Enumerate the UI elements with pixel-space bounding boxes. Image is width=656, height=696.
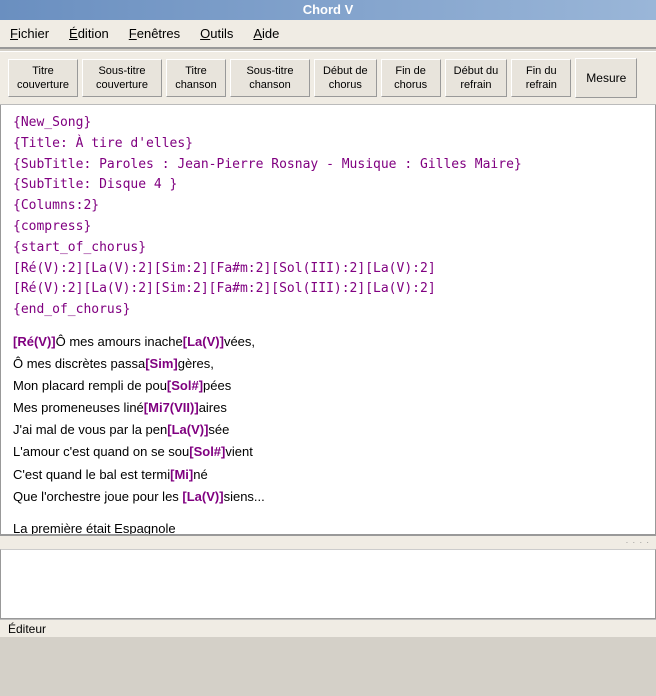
btn-sous-titre-chanson[interactable]: Sous-titrechanson — [230, 59, 310, 98]
menu-aide[interactable]: Aide — [247, 24, 285, 43]
chord-sol-sharp: [Sol#] — [167, 378, 203, 393]
meta-new-song: {New_Song} — [13, 113, 643, 134]
chord-mi7vii: [Mi7(VII)] — [144, 400, 199, 415]
song-line-9: La première était Espagnole — [13, 518, 643, 535]
menu-bar: Fichier Édition Fenêtres Outils Aide — [0, 20, 656, 48]
meta-start-chorus: {start_of_chorus} — [13, 238, 643, 259]
chord-sol-sharp2: [Sol#] — [189, 444, 225, 459]
spacer2 — [13, 508, 643, 518]
meta-title: {Title: À tire d'elles} — [13, 134, 643, 155]
song-line-8: Que l'orchestre joue pour les [La(V)]sie… — [13, 486, 643, 508]
meta-subtitle2: {SubTitle: Disque 4 } — [13, 175, 643, 196]
toolbar: Titrecouverture Sous-titrecouverture Tit… — [0, 52, 656, 105]
spacer — [13, 321, 643, 331]
meta-chorus-line1: [Ré(V):2][La(V):2][Sim:2][Fa#m:2][Sol(II… — [13, 259, 643, 280]
editor-label-text: Éditeur — [8, 622, 46, 636]
scrollbar-area[interactable]: · · · · — [0, 535, 656, 549]
menu-fenetres[interactable]: Fenêtres — [123, 24, 186, 43]
chord-rév: [Ré(V)] — [13, 334, 56, 349]
main-content[interactable]: {New_Song} {Title: À tire d'elles} {SubT… — [0, 105, 656, 535]
song-line-3: Mon placard rempli de pou[Sol#]pées — [13, 375, 643, 397]
chord-sim: [Sim] — [145, 356, 178, 371]
btn-fin-chorus[interactable]: Fin dechorus — [381, 59, 441, 98]
chord-lav3: [La(V)] — [182, 489, 223, 504]
editor-textarea[interactable] — [1, 550, 655, 618]
btn-fin-refrain[interactable]: Fin durefrain — [511, 59, 571, 98]
song-line-2: Ô mes discrètes passa[Sim]gères, — [13, 353, 643, 375]
editor-area[interactable] — [0, 549, 656, 619]
btn-sous-titre-couverture[interactable]: Sous-titrecouverture — [82, 59, 162, 98]
app-title: Chord V — [303, 2, 354, 18]
btn-titre-couverture[interactable]: Titrecouverture — [8, 59, 78, 98]
editor-label: Éditeur — [0, 619, 656, 637]
btn-debut-refrain[interactable]: Début durefrain — [445, 59, 508, 98]
chord-lav2: [La(V)] — [167, 422, 208, 437]
btn-debut-chorus[interactable]: Début dechorus — [314, 59, 377, 98]
btn-mesure[interactable]: Mesure — [575, 58, 637, 98]
meta-chorus-line2: [Ré(V):2][La(V):2][Sim:2][Fa#m:2][Sol(II… — [13, 279, 643, 300]
meta-subtitle1: {SubTitle: Paroles : Jean-Pierre Rosnay … — [13, 155, 643, 176]
song-line-6: L'amour c'est quand on se sou[Sol#]vient — [13, 441, 643, 463]
title-bar: Chord V — [0, 0, 656, 20]
meta-compress: {compress} — [13, 217, 643, 238]
chord-mi: [Mi] — [170, 467, 193, 482]
menu-outils[interactable]: Outils — [194, 24, 239, 43]
menu-edition[interactable]: Édition — [63, 24, 115, 43]
chord-lav: [La(V)] — [183, 334, 224, 349]
song-line-4: Mes promeneuses liné[Mi7(VII)]aires — [13, 397, 643, 419]
song-line-5: J'ai mal de vous par la pen[La(V)]sée — [13, 419, 643, 441]
meta-block: {New_Song} {Title: À tire d'elles} {SubT… — [13, 113, 643, 321]
song-line-1: [Ré(V)]Ô mes amours inache[La(V)]vées, — [13, 331, 643, 353]
menu-fichier[interactable]: Fichier — [4, 24, 55, 43]
btn-titre-chanson[interactable]: Titrechanson — [166, 59, 226, 98]
song-line-7: C'est quand le bal est termi[Mi]né — [13, 464, 643, 486]
scroll-dots: · · · · — [626, 538, 650, 547]
meta-end-chorus: {end_of_chorus} — [13, 300, 643, 321]
meta-columns: {Columns:2} — [13, 196, 643, 217]
